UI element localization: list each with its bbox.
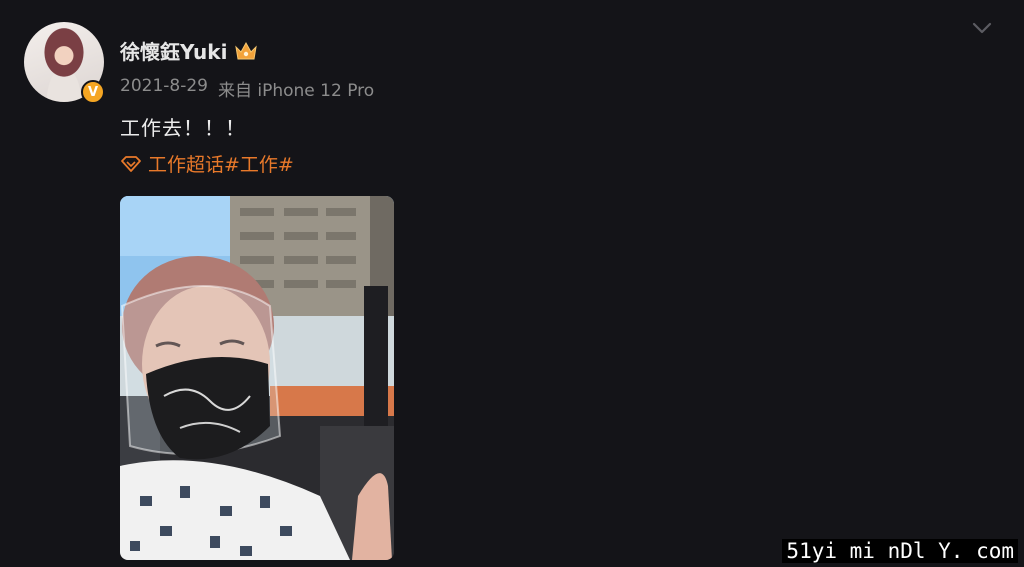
topic-label: 工作超话#工作# — [148, 154, 294, 176]
post-meta: 2021-8-29 来自 iPhone 12 Pro — [120, 76, 374, 101]
selfie-photo — [120, 196, 394, 560]
post-date: 2021-8-29 — [120, 76, 208, 96]
verified-badge-icon: V — [81, 80, 105, 104]
topic-link[interactable]: 工作超话#工作# — [120, 150, 294, 177]
post-source: 来自 iPhone 12 Pro — [217, 81, 375, 101]
author-row: 徐懷鈺Yuki — [120, 36, 259, 65]
weibo-post: V 徐懷鈺Yuki 2021-8-29 来自 iPhone 12 Pro 工作去… — [0, 0, 1024, 567]
crown-icon — [235, 41, 258, 59]
post-text: 工作去！！！ — [120, 116, 246, 140]
watermark-text: 51yi mi nDl Y. com — [782, 539, 1018, 563]
chevron-down-icon[interactable] — [970, 16, 994, 40]
post-photo[interactable] — [120, 196, 394, 560]
username[interactable]: 徐懷鈺Yuki — [120, 36, 227, 65]
diamond-icon — [121, 155, 141, 172]
